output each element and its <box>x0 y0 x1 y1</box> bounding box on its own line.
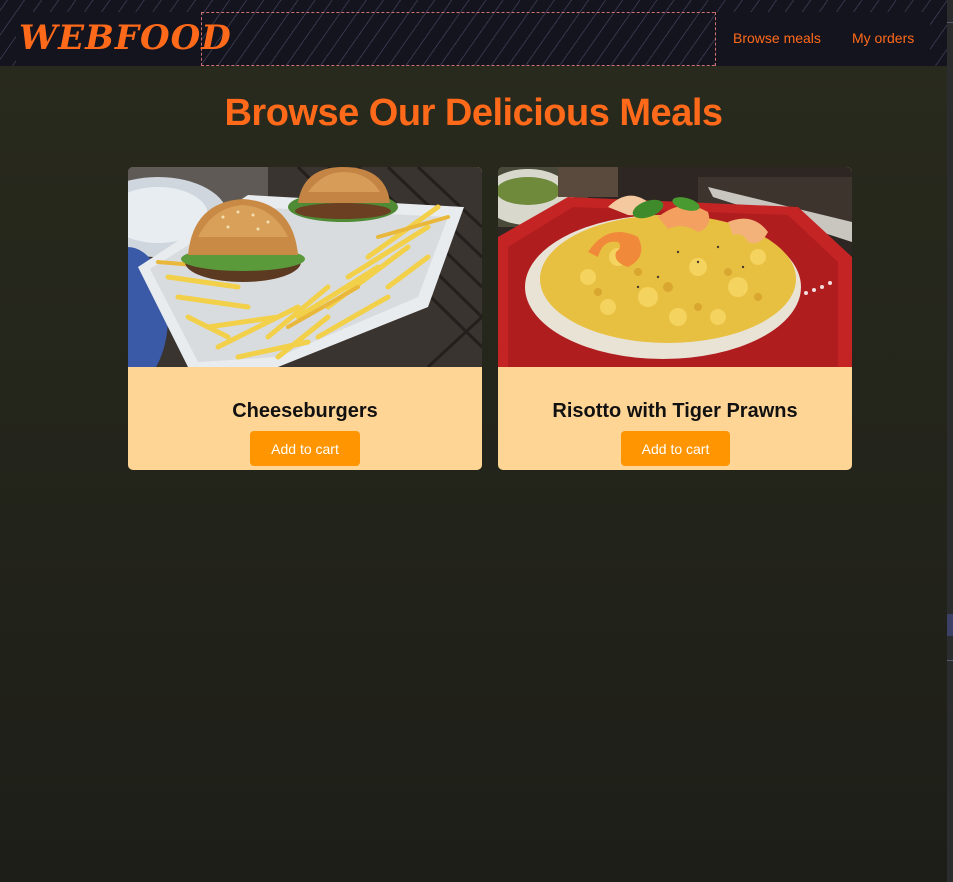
meal-image-cheeseburgers <box>128 167 482 367</box>
meal-card: Cheeseburgers Add to cart <box>128 167 482 470</box>
meal-image-risotto <box>498 167 852 367</box>
meal-name: Cheeseburgers <box>232 400 378 422</box>
scrollbar-divider <box>947 660 953 661</box>
page-title: Browse Our Delicious Meals <box>224 92 723 134</box>
add-to-cart-button[interactable]: Add to cart <box>250 431 360 466</box>
page-scrollbar[interactable] <box>947 0 953 882</box>
site-logo[interactable]: WEBFOOD <box>19 14 232 62</box>
scrollbar-thumb[interactable] <box>947 614 953 636</box>
scrollbar-divider <box>947 22 953 23</box>
meal-name: Risotto with Tiger Prawns <box>552 400 798 422</box>
nav-my-orders[interactable]: My orders <box>852 30 914 46</box>
site-header: WEBFOOD Browse meals My orders <box>0 0 947 66</box>
meal-card: Risotto with Tiger Prawns Add to cart <box>498 167 852 470</box>
add-to-cart-button[interactable]: Add to cart <box>621 431 730 466</box>
nav-browse-meals[interactable]: Browse meals <box>733 30 821 46</box>
